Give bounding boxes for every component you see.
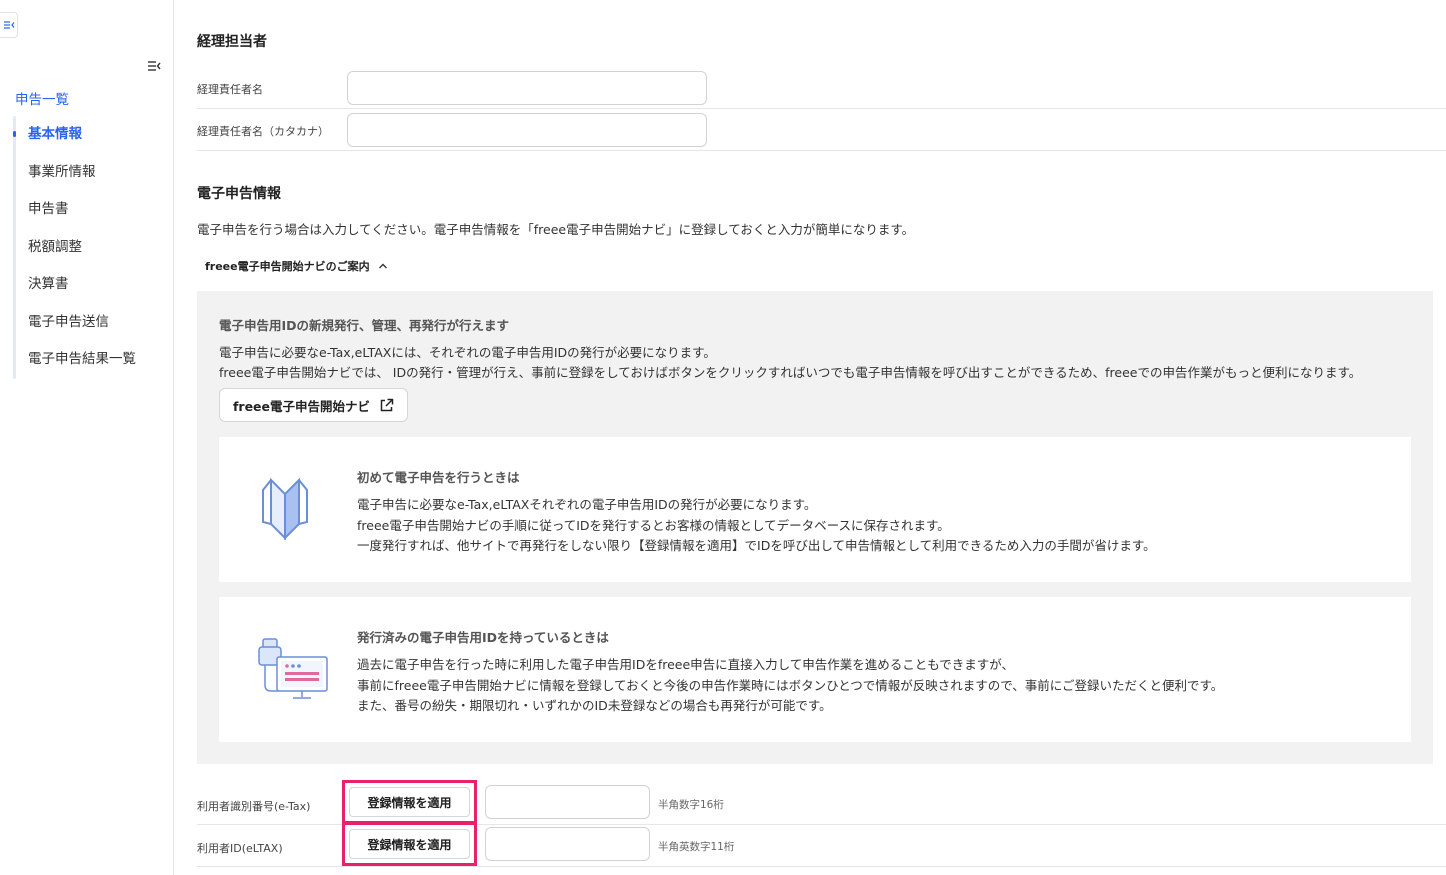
accounting-section-title: 経理担当者 (197, 34, 267, 50)
sidebar: 申告一覧 基本情報 事業所情報 申告書 税額調整 決算書 電子申告送信 電子申告… (0, 0, 174, 875)
etax-id-input[interactable] (485, 785, 650, 819)
nav-item-declaration[interactable]: 申告書 (28, 199, 136, 237)
nav-item-efiling-results[interactable]: 電子申告結果一覧 (28, 349, 136, 387)
navi-info-heading: 電子申告用IDの新規発行、管理、再発行が行えます (219, 318, 510, 333)
first-time-card-line-1: 電子申告に必要なe-Tax,eLTAXそれぞれの電子申告用IDの発行が必要になり… (357, 497, 817, 512)
eltax-id-label: 利用者ID(eLTAX) (197, 842, 283, 855)
first-time-card-title: 初めて電子申告を行うときは (357, 470, 520, 485)
first-time-card-line-3: 一度発行すれば、他サイトで再発行をしない限り【登録情報を適用】でIDを呼び出して… (357, 538, 1156, 553)
expand-icon (3, 21, 14, 29)
issued-id-card-line-1: 過去に電子申告を行った時に利用した電子申告用IDをfreee申告に直接入力して申… (357, 657, 1015, 672)
efiling-section-title: 電子申告情報 (197, 186, 281, 202)
eltax-apply-button[interactable]: 登録情報を適用 (349, 829, 470, 859)
issued-id-card: 発行済みの電子申告用IDを持っているときは 過去に電子申告を行った時に利用した電… (219, 597, 1411, 742)
beginner-mark-icon (262, 477, 308, 541)
accounting-name-input[interactable] (347, 71, 707, 105)
external-link-icon (380, 398, 394, 411)
nav-item-efiling-send[interactable]: 電子申告送信 (28, 312, 136, 350)
nav-declaration-list-link[interactable]: 申告一覧 (15, 88, 69, 108)
accounting-kana-input[interactable] (347, 113, 707, 147)
nav-item-office-info[interactable]: 事業所情報 (28, 162, 136, 200)
navi-guide-toggle-label: freee電子申告開始ナビのご案内 (205, 260, 370, 273)
eltax-id-input[interactable] (485, 827, 650, 861)
nav-list: 基本情報 事業所情報 申告書 税額調整 決算書 電子申告送信 電子申告結果一覧 (28, 124, 136, 387)
accounting-name-label: 経理責任者名 (197, 83, 263, 96)
expand-panel-toggle[interactable] (0, 12, 18, 38)
id-card-monitor-icon (258, 638, 328, 699)
nav-item-financial-statements[interactable]: 決算書 (28, 274, 136, 312)
issued-id-card-line-2: 事前にfreee電子申告開始ナビに情報を登録しておくと今後の申告作業時にはボタン… (357, 678, 1224, 693)
etax-id-row: 利用者識別番号(e-Tax) 登録情報を適用 半角数字16桁 (197, 780, 1446, 825)
first-time-card: 初めて電子申告を行うときは 電子申告に必要なe-Tax,eLTAXそれぞれの電子… (219, 437, 1411, 582)
etax-id-hint: 半角数字16桁 (658, 799, 724, 811)
issued-id-card-line-3: また、番号の紛失・期限切れ・いずれかのID未登録などの場合も再発行が可能です。 (357, 698, 832, 713)
eltax-id-row: 利用者ID(eLTAX) 登録情報を適用 半角英数字11桁 (197, 822, 1446, 867)
efiling-description: 電子申告を行う場合は入力してください。電子申告情報を「freee電子申告開始ナビ… (197, 222, 915, 237)
etax-id-label: 利用者識別番号(e-Tax) (197, 800, 311, 813)
chevron-up-icon (378, 263, 387, 269)
navi-info-line-1: 電子申告に必要なe-Tax,eLTAXには、それぞれの電子申告用IDの発行が必要… (219, 345, 716, 360)
navi-info-line-2: freee電子申告開始ナビでは、 IDの発行・管理が行え、事前に登録をしておけば… (219, 365, 1362, 380)
eltax-id-hint: 半角英数字11桁 (658, 841, 735, 853)
open-navi-button[interactable]: freee電子申告開始ナビ (219, 388, 408, 422)
nav-item-tax-adjustment[interactable]: 税額調整 (28, 237, 136, 275)
first-time-card-line-2: freee電子申告開始ナビの手順に従ってIDを発行するとお客様の情報としてデータ… (357, 518, 950, 533)
nav-item-basic-info[interactable]: 基本情報 (28, 124, 136, 162)
navi-guide-toggle[interactable]: freee電子申告開始ナビのご案内 (205, 258, 388, 274)
accounting-name-row: 経理責任者名 (197, 67, 1446, 109)
open-navi-button-label: freee電子申告開始ナビ (232, 398, 371, 414)
navi-info-panel: 電子申告用IDの新規発行、管理、再発行が行えます 電子申告に必要なe-Tax,e… (197, 291, 1433, 764)
etax-apply-button[interactable]: 登録情報を適用 (349, 787, 470, 817)
issued-id-card-title: 発行済みの電子申告用IDを持っているときは (357, 630, 609, 645)
accounting-kana-label: 経理責任者名（カタカナ） (197, 125, 329, 138)
nav-active-marker (13, 131, 16, 137)
collapse-sidebar-icon[interactable] (146, 58, 162, 74)
accounting-kana-row: 経理責任者名（カタカナ） (197, 109, 1446, 151)
nav-progress-track (13, 116, 16, 379)
